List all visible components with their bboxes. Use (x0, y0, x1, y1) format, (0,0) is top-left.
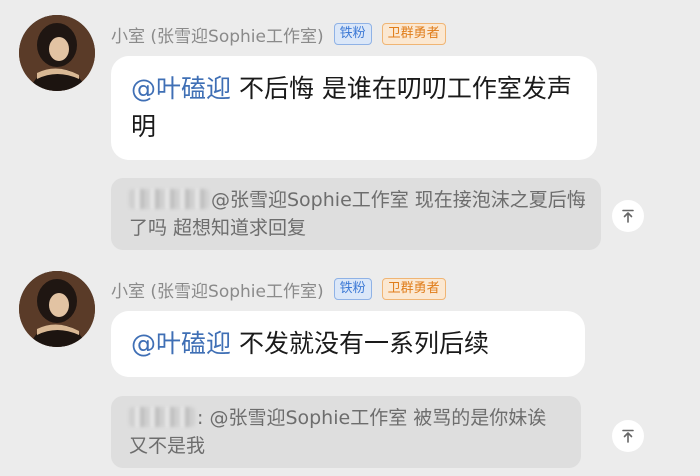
avatar-photo (19, 15, 95, 91)
quoted-reply[interactable]: : @张雪迎Sophie工作室 被骂的是你妹诶 又不是我 (111, 396, 581, 468)
avatar-photo (19, 271, 95, 347)
message-bubble[interactable]: @叶磕迎 不发就没有一系列后续 (111, 311, 585, 377)
fan-badge: 铁粉 (333, 23, 372, 45)
blurred-username (129, 407, 195, 427)
sender-name[interactable]: 小室 (张雪迎Sophie工作室) (111, 22, 324, 47)
sender-row: 小室 (张雪迎Sophie工作室) 铁粉 卫群勇者 (111, 22, 446, 47)
jump-to-original-button[interactable] (612, 200, 644, 232)
avatar[interactable] (19, 15, 95, 91)
blurred-username (129, 189, 209, 209)
mention-link[interactable]: @叶磕迎 (131, 74, 231, 103)
mention-link[interactable]: @叶磕迎 (131, 329, 231, 358)
message-text: 不发就没有一系列后续 (231, 329, 489, 358)
jump-to-original-button[interactable] (612, 420, 644, 452)
group-badge: 卫群勇者 (381, 23, 446, 45)
reply-mention: @张雪迎Sophie工作室 (211, 189, 409, 211)
sender-name[interactable]: 小室 (张雪迎Sophie工作室) (111, 277, 324, 302)
jump-to-original-icon (622, 209, 634, 223)
sender-row: 小室 (张雪迎Sophie工作室) 铁粉 卫群勇者 (111, 277, 446, 302)
message-bubble[interactable]: @叶磕迎 不后悔 是谁在叨叨工作室发声明 (111, 56, 597, 160)
jump-to-original-icon (622, 429, 634, 443)
group-badge: 卫群勇者 (381, 278, 446, 300)
avatar[interactable] (19, 271, 95, 347)
reply-mention: : @张雪迎Sophie工作室 (197, 407, 408, 429)
fan-badge: 铁粉 (333, 278, 372, 300)
quoted-reply[interactable]: @张雪迎Sophie工作室 现在接泡沫之夏后悔了吗 超想知道求回复 (111, 178, 601, 250)
